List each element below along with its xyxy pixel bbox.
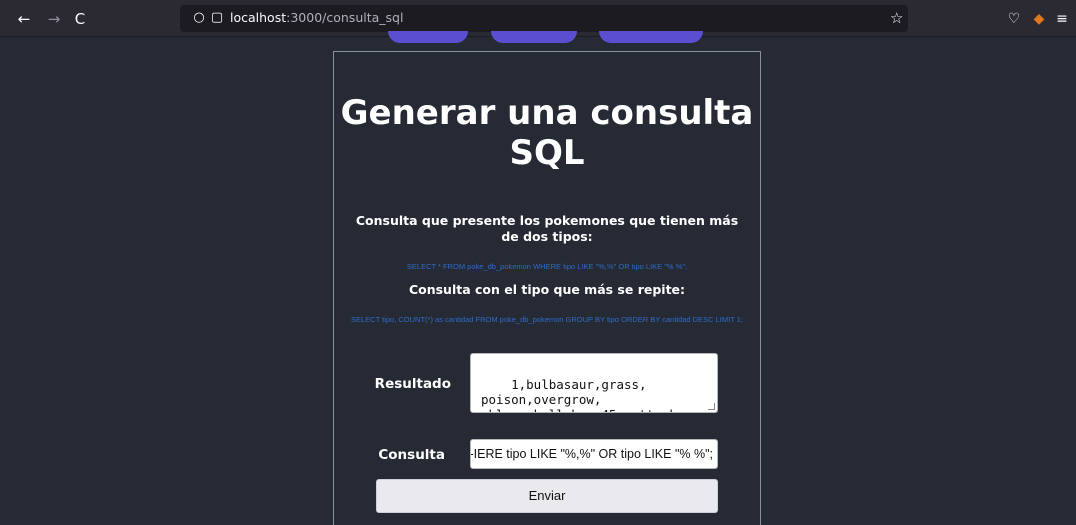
resize-handle-icon[interactable] (708, 403, 715, 410)
top-nav (0, 31, 1076, 43)
metamask-extension-icon[interactable]: ◆ (1029, 9, 1049, 29)
tracking-shield-icon[interactable]: ○ (190, 9, 208, 27)
url-path: :3000/consulta_sql (286, 10, 404, 25)
url-host: localhost (230, 10, 287, 25)
forward-arrow-icon[interactable]: → (44, 9, 64, 29)
query-label: Consulta (378, 447, 445, 463)
result-textarea[interactable]: 1,bulbasaur,grass, poison,overgrow, chlo… (470, 353, 718, 413)
query2-heading: Consulta con el tipo que más se repite: (408, 282, 686, 297)
reload-icon[interactable]: C (70, 9, 90, 29)
nav-pill-1[interactable] (388, 31, 468, 43)
result-text: 1,bulbasaur,grass, poison,overgrow, chlo… (481, 377, 684, 412)
query2-sql: SELECT tipo, COUNT(*) as cantidad FROM p… (351, 315, 743, 324)
bookmark-star-icon[interactable]: ☆ (890, 9, 903, 27)
page-info-icon[interactable]: ▢ (208, 9, 226, 27)
nav-pill-2[interactable] (491, 31, 577, 43)
query-input[interactable]: -IERE tipo LIKE "%,%" OR tipo LIKE "% %"… (470, 439, 718, 469)
page-title: Generar una consulta SQL (340, 93, 754, 173)
url-bar[interactable]: ○ ▢ localhost:3000/consulta_sql ☆ (180, 5, 908, 32)
nav-pill-3[interactable] (599, 31, 703, 43)
back-arrow-icon[interactable]: ← (14, 9, 34, 29)
query1-sql: SELECT * FROM poke_db_pokemon WHERE tipo… (406, 262, 688, 271)
query1-heading: Consulta que presente los pokemones que … (355, 213, 739, 244)
pocket-icon[interactable]: ♡ (1004, 9, 1024, 29)
sql-form-card: Generar una consulta SQL Consulta que pr… (333, 51, 761, 525)
query-input-text: -IERE tipo LIKE "%,%" OR tipo LIKE "% %"… (470, 447, 713, 461)
url-text[interactable]: localhost:3000/consulta_sql (230, 10, 403, 25)
result-label: Resultado (374, 376, 451, 392)
send-button[interactable]: Enviar (376, 479, 718, 513)
menu-icon[interactable]: ≡ (1052, 9, 1072, 29)
